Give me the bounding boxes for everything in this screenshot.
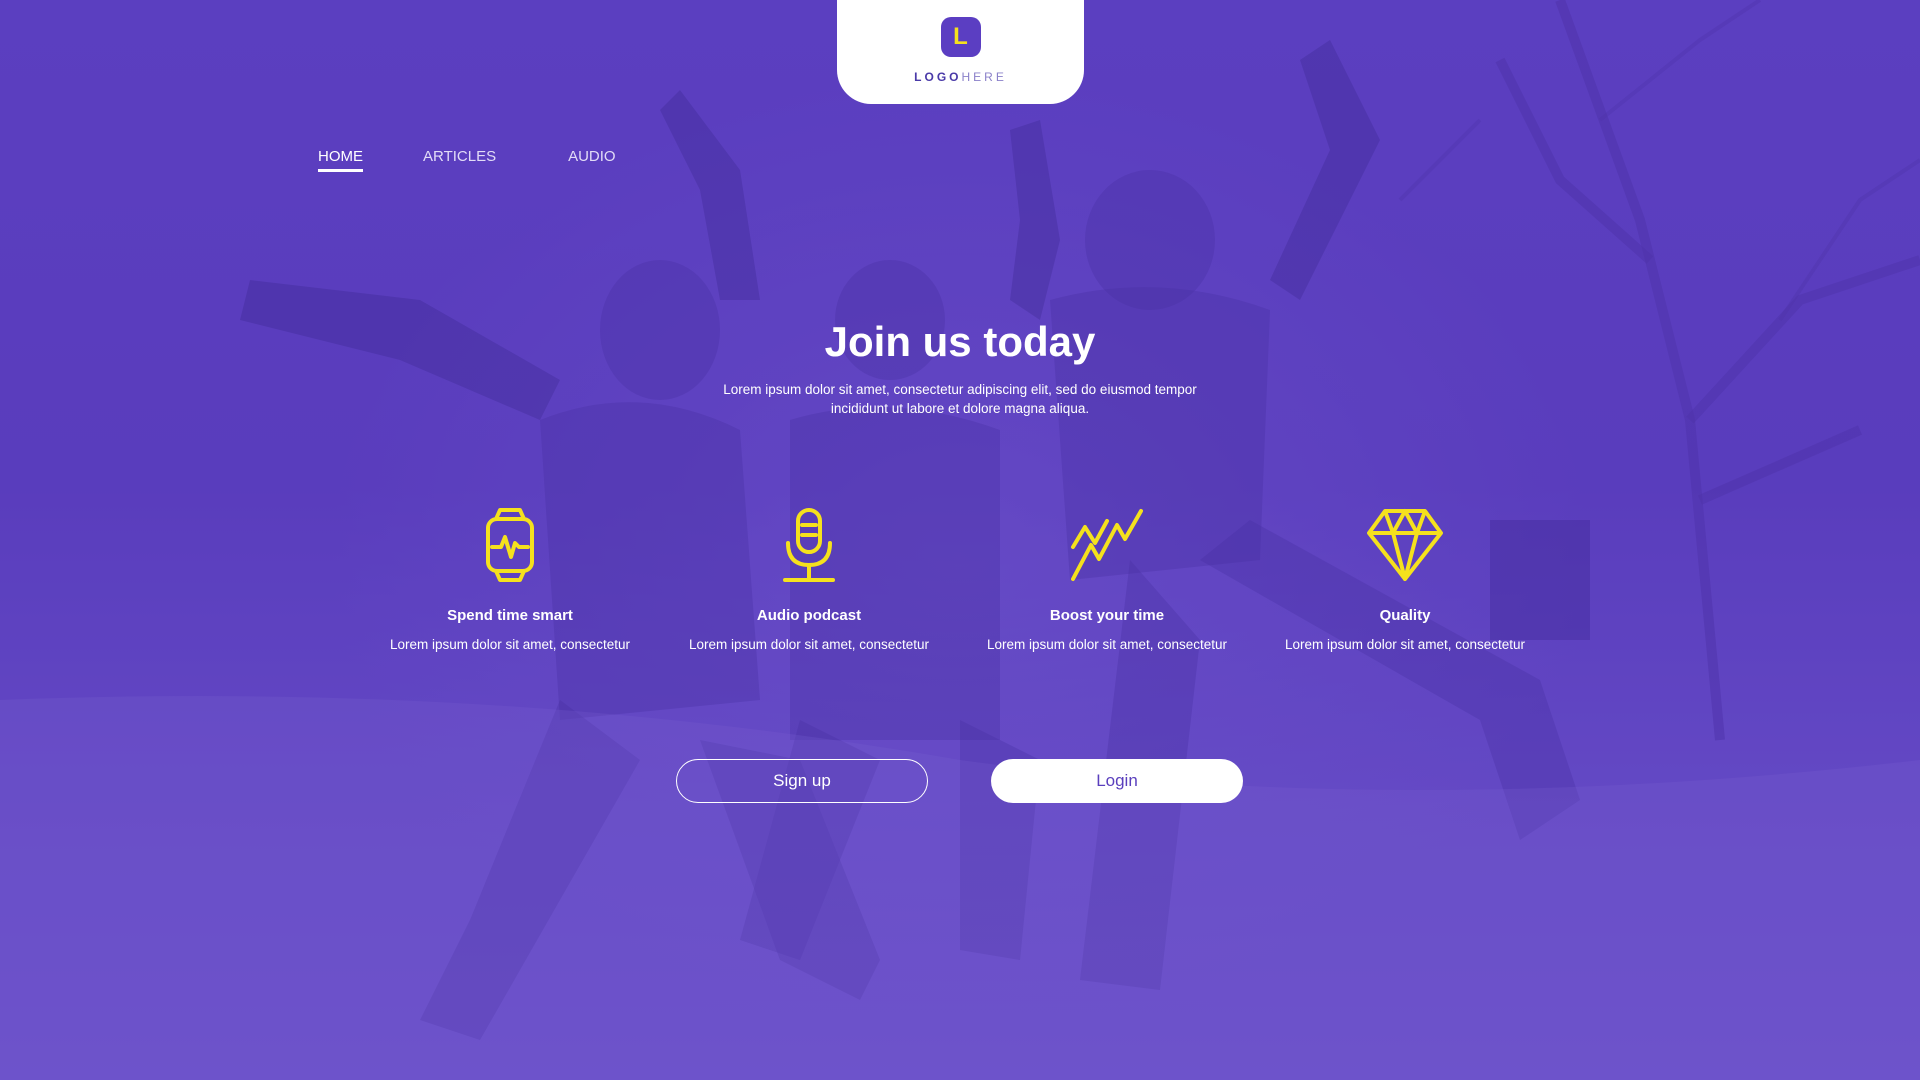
feature-quality: Quality Lorem ipsum dolor sit amet, cons… [1260,505,1550,652]
diamond-icon [1260,505,1550,585]
hero-subtitle: Lorem ipsum dolor sit amet, consectetur … [723,382,1197,416]
feature-text: Lorem ipsum dolor sit amet, consectetur [1284,637,1526,652]
login-button[interactable]: Login [991,759,1243,803]
feature-text: Lorem ipsum dolor sit amet, consectetur [688,637,930,652]
feature-title: Quality [1379,607,1431,624]
logo-mark: L [940,17,981,57]
logo-word-light: HERE [961,70,1007,84]
smartwatch-icon [365,505,655,585]
hero-title: Join us today [824,318,1096,365]
feature-spend-time-smart: Spend time smart Lorem ipsum dolor sit a… [365,505,655,652]
main-nav: HOME ARTICLES AUDIO [318,148,676,172]
zigzag-icon [962,505,1252,585]
feature-title: Audio podcast [756,607,862,624]
logo-word-bold: LOGO [914,70,962,84]
nav-item-articles[interactable]: ARTICLES [423,148,496,172]
logo-wordmark: LOGOHERE [914,70,1007,84]
feature-boost-your-time: Boost your time Lorem ipsum dolor sit am… [962,505,1252,652]
feature-title: Spend time smart [447,607,573,624]
feature-text: Lorem ipsum dolor sit amet, consectetur [389,637,631,652]
feature-title: Boost your time [1049,607,1165,624]
nav-item-audio[interactable]: AUDIO [568,148,616,172]
hero-background-photo [0,0,1920,1080]
microphone-icon [664,505,954,585]
signup-button[interactable]: Sign up [676,759,928,803]
feature-audio-podcast: Audio podcast Lorem ipsum dolor sit amet… [664,505,954,652]
nav-item-home[interactable]: HOME [318,148,363,172]
feature-text: Lorem ipsum dolor sit amet, consectetur [986,637,1228,652]
logo-card[interactable]: L LOGOHERE [837,0,1084,104]
purple-overlay [0,0,1920,1080]
